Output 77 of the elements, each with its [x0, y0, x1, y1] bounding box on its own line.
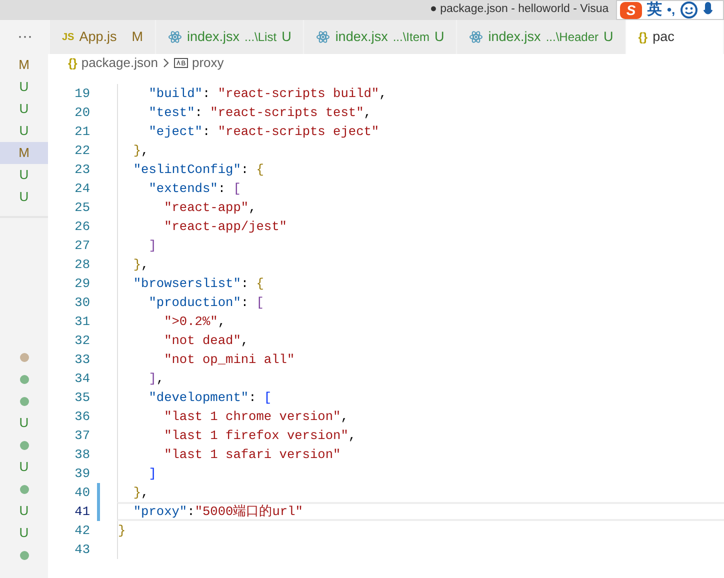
- line-number: 24: [74, 180, 90, 198]
- window-title: ● package.json - helloworld - Visua: [430, 2, 609, 17]
- line-number: 43: [74, 540, 90, 559]
- code-line: },: [132, 485, 149, 500]
- code-line: "not op_mini all": [163, 352, 295, 367]
- line-number: 35: [74, 388, 90, 407]
- line-number: 19: [74, 84, 90, 103]
- atom-icon: [469, 30, 484, 44]
- line-number: 26: [74, 218, 90, 236]
- ime-logo[interactable]: S: [620, 2, 642, 18]
- line-number: 40: [74, 484, 90, 502]
- line-number: 25: [74, 198, 90, 217]
- git-status-letter: U: [19, 414, 29, 432]
- line-number: 30: [74, 294, 90, 312]
- code-line: "react-app",: [163, 200, 256, 215]
- line-number: 22: [74, 142, 90, 160]
- line-number: 23: [74, 160, 90, 179]
- line-number: 27: [74, 236, 90, 255]
- line-number: 29: [74, 274, 90, 293]
- code-line: },: [132, 143, 149, 158]
- code-line: "production": [: [148, 295, 264, 310]
- code-line: "extends": [: [148, 181, 241, 196]
- code-line: "eject": "react-scripts eject": [148, 124, 380, 139]
- line-number: 37: [74, 426, 90, 445]
- editor-tab[interactable]: {} pac: [626, 20, 724, 54]
- code-line: ]: [148, 466, 156, 481]
- line-number: 41: [74, 502, 90, 521]
- breadcrumb-item[interactable]: proxy: [192, 53, 224, 73]
- line-number: 36: [74, 408, 90, 426]
- line-number: 34: [74, 370, 90, 388]
- json-file-icon: {}: [638, 28, 648, 46]
- line-number: 21: [74, 122, 90, 141]
- git-status-letter: U: [19, 458, 29, 476]
- git-status-letter: U: [19, 524, 29, 542]
- git-status-letter: U: [18, 100, 30, 118]
- language-mode[interactable]: 英: [647, 0, 662, 22]
- git-status-letter: M: [18, 56, 30, 74]
- code-line: "last 1 safari version": [163, 447, 341, 462]
- code-line: "last 1 chrome version",: [163, 409, 348, 424]
- code-line: "last 1 firefox version",: [163, 428, 356, 443]
- git-status-letter: U: [18, 166, 30, 184]
- git-status-letter: M: [0, 142, 48, 164]
- code-line: "development": [: [148, 390, 272, 405]
- git-status-letter: U: [18, 188, 30, 206]
- line-number: 20: [74, 104, 90, 122]
- line-number: 28: [74, 256, 90, 274]
- code-line: },: [132, 257, 149, 272]
- code-line: "not dead",: [163, 333, 249, 348]
- more-button[interactable]: ···: [0, 20, 50, 54]
- code-line: ">0.2%",: [163, 314, 226, 329]
- code-line: }: [118, 523, 126, 538]
- code-line: ]: [148, 238, 156, 253]
- code-line: "react-app/jest": [163, 219, 287, 234]
- git-status-letter: U: [18, 78, 30, 96]
- code-line: "eslintConfig": {: [132, 162, 264, 177]
- code-line: ],: [148, 371, 164, 386]
- git-status-letter: U: [19, 502, 29, 520]
- git-status-letter: U: [18, 122, 30, 140]
- code-line: "browserslist": {: [132, 276, 264, 291]
- atom-icon: [168, 30, 182, 44]
- line-number: 38: [74, 446, 90, 464]
- line-number: 39: [74, 464, 90, 483]
- code-line: "build": "react-scripts build",: [148, 86, 387, 101]
- property-icon: [174, 58, 188, 68]
- breadcrumb-item[interactable]: package.json: [81, 53, 158, 73]
- smiley-icon[interactable]: [680, 1, 698, 19]
- line-number: 31: [74, 312, 90, 331]
- line-number: 32: [74, 332, 90, 350]
- chevron-icon: [162, 58, 170, 68]
- js-file-icon: JS: [62, 30, 74, 44]
- line-number: 33: [74, 350, 90, 369]
- json-file-icon: {}: [68, 54, 78, 72]
- line-number: 42: [74, 522, 90, 540]
- code-line: "test": "react-scripts test",: [148, 105, 372, 120]
- atom-icon: [316, 30, 330, 44]
- code-line: "proxy":"5000端口的url": [132, 504, 303, 519]
- punctuation-mode[interactable]: •,: [667, 0, 676, 20]
